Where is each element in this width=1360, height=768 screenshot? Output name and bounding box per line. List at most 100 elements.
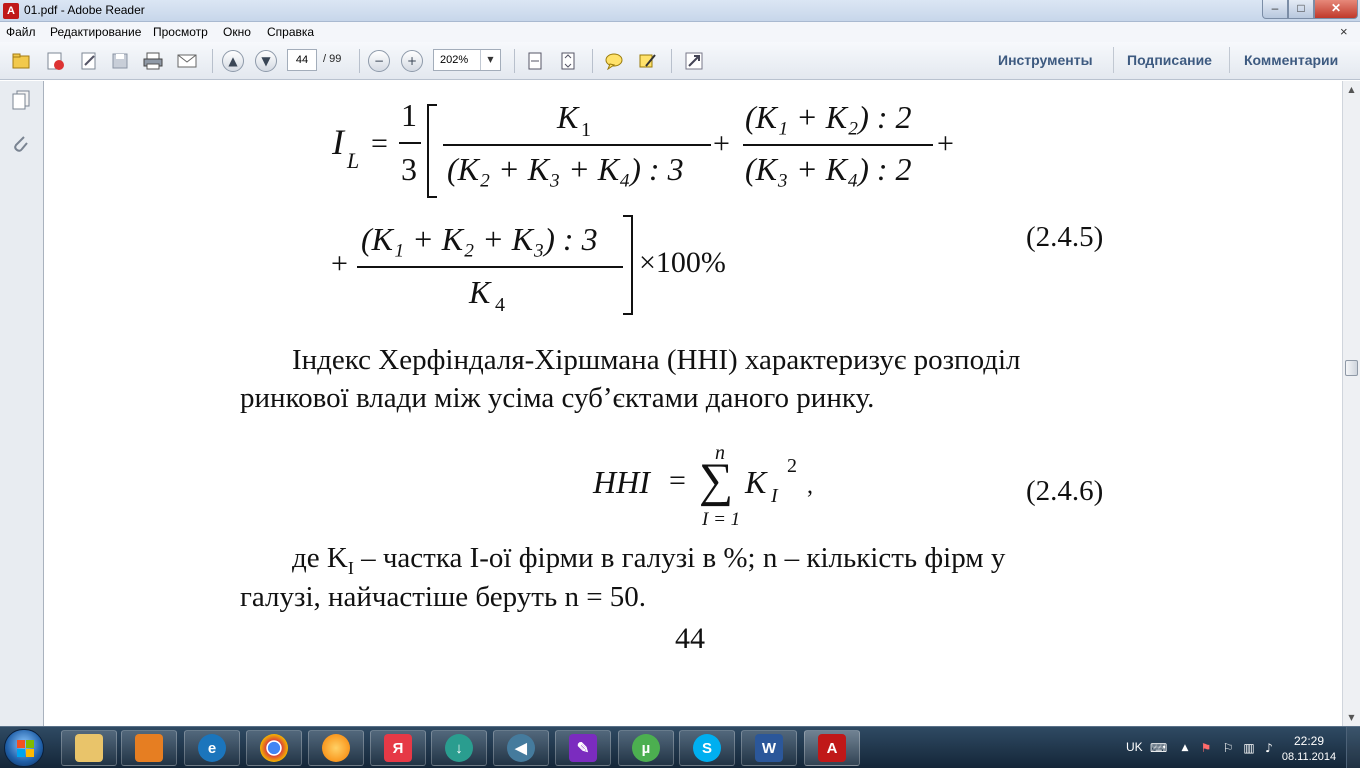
toolbar-separator <box>212 49 213 73</box>
menu-edit[interactable]: Редактирование <box>50 25 141 39</box>
page-total-label: / 99 <box>323 53 342 65</box>
close-button[interactable]: ✕ <box>1314 0 1358 19</box>
save-icon[interactable] <box>109 50 131 72</box>
menu-view[interactable]: Просмотр <box>153 25 208 39</box>
acrobat-icon: A <box>3 3 19 19</box>
scroll-thumb[interactable] <box>1345 360 1358 376</box>
print-icon[interactable] <box>142 50 164 72</box>
show-desktop-button[interactable] <box>1346 727 1360 768</box>
formula-lhs: I <box>332 122 344 162</box>
taskbar-downloader[interactable]: ↓ <box>431 730 487 766</box>
toolbar-separator <box>592 49 593 73</box>
action-center-icon[interactable]: ⚐ <box>1220 740 1236 756</box>
previous-page-icon[interactable]: ▲ <box>222 50 244 72</box>
times-100-percent: ×100% <box>639 246 726 279</box>
taskbar-audio[interactable]: ◀ <box>493 730 549 766</box>
yandex-icon: Я <box>384 734 412 762</box>
taskbar: e Я ↓ ◀ ✎ µ S W A UK ⌨ ▲ ⚑ ⚐ ▥ ♪ 22:29 0… <box>0 726 1360 768</box>
clock-time[interactable]: 22:29 <box>1284 734 1334 748</box>
minimize-button[interactable]: – <box>1262 0 1288 19</box>
comment-link[interactable]: Комментарии <box>1244 52 1338 68</box>
edit-icon[interactable] <box>78 50 100 72</box>
taskbar-explorer[interactable] <box>61 730 117 766</box>
fraction-bar <box>743 144 933 146</box>
download-icon: ↓ <box>445 734 473 762</box>
tools-link[interactable]: Инструменты <box>998 52 1093 68</box>
pdf-page: I L = 1 3 K 1 (K₂ + K₃ + K₄) : 3 + (K₁ +… <box>45 81 1342 726</box>
paragraph-text: де K <box>292 542 348 574</box>
expand-icon[interactable] <box>683 50 705 72</box>
zoom-out-icon[interactable]: − <box>368 50 390 72</box>
term1-numerator-subscript: 1 <box>581 119 591 141</box>
window-title: 01.pdf - Adobe Reader <box>24 3 145 17</box>
maximize-button[interactable]: □ <box>1288 0 1314 19</box>
chevron-down-icon[interactable]: ▼ <box>480 50 500 70</box>
paragraph-line: галузі, найчастіше беруть n = 50. <box>240 581 647 613</box>
taskbar-utorrent[interactable]: µ <box>618 730 674 766</box>
start-button[interactable] <box>4 729 44 767</box>
menu-window[interactable]: Окно <box>223 25 251 39</box>
network-error-icon[interactable]: ⚑ <box>1198 740 1214 756</box>
paragraph-line: де KI – частка І-ої фірми в галузі в %; … <box>292 542 1005 579</box>
vertical-scrollbar[interactable]: ▲ ▼ <box>1342 81 1360 726</box>
comment-icon[interactable] <box>603 50 625 72</box>
fit-width-icon[interactable] <box>557 50 579 72</box>
paragraph-line: ринкової влади між усіма суб’єктами дано… <box>240 382 875 414</box>
taskbar-chrome[interactable] <box>246 730 302 766</box>
taskbar-browser-orange[interactable] <box>308 730 364 766</box>
term1-numerator: K <box>557 99 579 135</box>
coefficient-numerator: 1 <box>401 97 417 133</box>
folder-icon <box>75 734 103 762</box>
equation-number: (2.4.6) <box>1026 475 1104 507</box>
taskbar-word[interactable]: W <box>741 730 797 766</box>
term1-denominator: (K₂ + K₃ + K₄) : 3 <box>447 151 684 187</box>
taskbar-skype[interactable]: S <box>679 730 735 766</box>
scroll-up-icon[interactable]: ▲ <box>1343 81 1360 98</box>
pen-icon: ✎ <box>569 734 597 762</box>
taskbar-yandex[interactable]: Я <box>370 730 426 766</box>
media-player-icon <box>135 734 163 762</box>
taskbar-media-player[interactable] <box>121 730 177 766</box>
taskbar-internet-explorer[interactable]: e <box>184 730 240 766</box>
toolbar-separator <box>1113 47 1114 73</box>
clock-date[interactable]: 08.11.2014 <box>1276 751 1342 763</box>
page-number-input[interactable]: 44 <box>287 49 317 71</box>
next-page-icon[interactable]: ▼ <box>255 50 277 72</box>
formula-equals: = <box>371 127 388 160</box>
sign-link[interactable]: Подписание <box>1127 52 1212 68</box>
sigma-symbol: ∑ <box>699 454 734 507</box>
fraction-bar <box>399 142 421 144</box>
volume-icon[interactable]: ♪ <box>1261 740 1277 756</box>
internet-explorer-icon: e <box>198 734 226 762</box>
open-file-icon[interactable] <box>10 50 32 72</box>
language-indicator[interactable]: UK <box>1126 740 1143 756</box>
email-icon[interactable] <box>176 50 198 72</box>
term2-denominator: (K₃ + K₄) : 2 <box>745 151 912 187</box>
tray-expand-icon[interactable]: ▲ <box>1177 740 1193 756</box>
scroll-down-icon[interactable]: ▼ <box>1343 709 1360 726</box>
menu-file[interactable]: Файл <box>6 25 36 39</box>
formula-lhs-subscript: L <box>347 148 360 173</box>
fit-page-icon[interactable] <box>524 50 546 72</box>
network-icon[interactable]: ▥ <box>1241 740 1257 756</box>
document-view[interactable]: I L = 1 3 K 1 (K₂ + K₃ + K₄) : 3 + (K₁ +… <box>45 81 1342 726</box>
keyboard-icon[interactable]: ⌨ <box>1150 740 1167 756</box>
term3-numerator: (K₁ + K₂ + K₃) : 3 <box>361 221 598 257</box>
formula-equals: = <box>669 464 686 497</box>
taskbar-purple-app[interactable]: ✎ <box>555 730 611 766</box>
zoom-in-icon[interactable]: + <box>401 50 423 72</box>
chrome-icon <box>260 734 288 762</box>
menu-help[interactable]: Справка <box>267 25 314 39</box>
create-pdf-icon[interactable] <box>44 50 66 72</box>
formula-lhs: HHI <box>593 464 650 500</box>
formula-comma: , <box>807 473 813 499</box>
term2-numerator: (K₁ + K₂) : 2 <box>745 99 912 135</box>
attachment-icon[interactable] <box>10 133 32 155</box>
pages-icon[interactable] <box>10 89 32 111</box>
highlight-icon[interactable] <box>636 50 658 72</box>
title-bar: A 01.pdf - Adobe Reader – □ ✕ <box>0 0 1360 22</box>
left-bracket <box>427 104 437 198</box>
close-document-icon[interactable]: × <box>1340 24 1348 39</box>
sum-term: K <box>745 464 767 500</box>
taskbar-acrobat[interactable]: A <box>804 730 860 766</box>
